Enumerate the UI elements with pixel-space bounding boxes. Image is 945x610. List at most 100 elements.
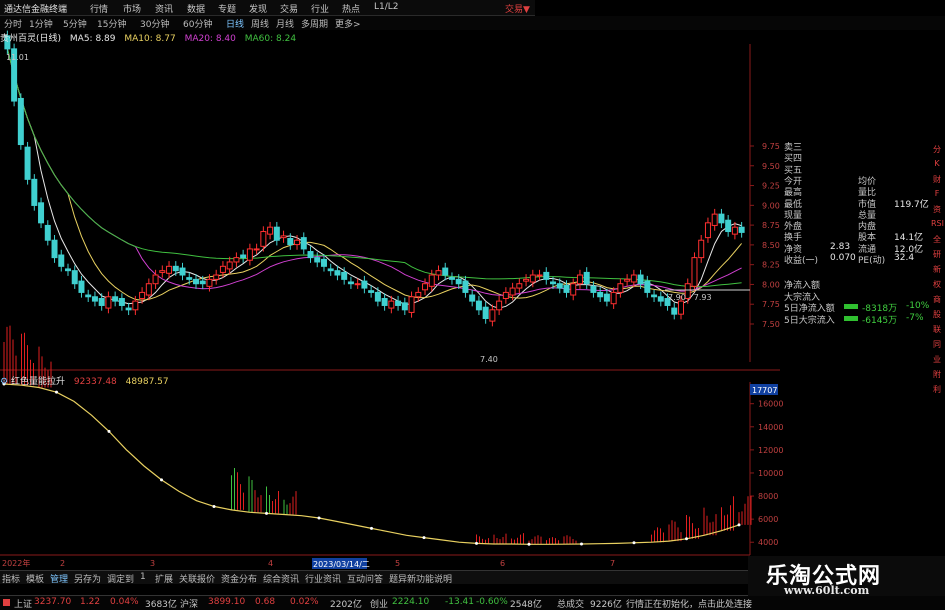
candle-body xyxy=(91,296,98,302)
period-10[interactable]: 更多> xyxy=(335,17,361,30)
candle-body xyxy=(590,285,597,293)
sidebar-btn-1[interactable]: K xyxy=(931,159,943,168)
candle-body xyxy=(347,281,354,285)
flow-bar xyxy=(844,315,858,321)
bottom-tab-1[interactable]: 模板 xyxy=(26,572,44,585)
menu-item-level[interactable]: L1/L2 xyxy=(374,2,399,12)
sidebar-btn-14[interactable]: 业 xyxy=(931,354,943,365)
candle-body xyxy=(711,213,718,226)
menu-item-quote[interactable]: 行情 xyxy=(90,2,108,15)
period-0[interactable]: 分时 xyxy=(4,17,22,30)
ma-line-10 xyxy=(6,48,742,301)
bottom-tab-12[interactable]: 题异新功能说明 xyxy=(389,572,452,585)
sidebar-btn-15[interactable]: 附 xyxy=(931,369,943,380)
menu-item-market[interactable]: 市场 xyxy=(123,2,141,15)
flow-value-3: -6145万 xyxy=(862,315,898,326)
period-5[interactable]: 60分钟 xyxy=(183,17,212,30)
indicator-dot xyxy=(317,516,321,520)
quote-value-10: 0.070 xyxy=(830,253,856,263)
sidebar-btn-11[interactable]: 股 xyxy=(931,309,943,320)
bottom-tab-3[interactable]: 另存为 xyxy=(74,572,101,585)
period-7[interactable]: 周线 xyxy=(251,17,269,30)
status-item-5: 沪深 xyxy=(180,600,199,610)
bottom-tab-11[interactable]: 互动问答 xyxy=(347,572,383,585)
sidebar-btn-4[interactable]: 资 xyxy=(931,204,943,215)
status-item-6: 3899.10 xyxy=(208,597,246,607)
indicator-tick-label: 12000 xyxy=(758,446,783,455)
indicator-settings-icon[interactable]: ⚙ xyxy=(0,377,8,387)
menu-item-data[interactable]: 数据 xyxy=(187,2,205,15)
candle-body xyxy=(550,281,557,285)
candle-body xyxy=(166,265,173,274)
bottom-tab-9[interactable]: 综合资讯 xyxy=(263,572,299,585)
candle-body xyxy=(583,271,590,285)
candle-body xyxy=(644,280,651,293)
status-item-12: -13.41 xyxy=(445,597,475,607)
sidebar-btn-3[interactable]: F xyxy=(931,189,943,198)
period-9[interactable]: 多周期 xyxy=(301,17,328,30)
indicator-title: 红色量能拉升 xyxy=(10,377,65,387)
sidebar-btn-16[interactable]: 利 xyxy=(931,384,943,395)
bottom-tab-0[interactable]: 指标 xyxy=(2,572,20,585)
sidebar-btn-6[interactable]: 全 xyxy=(931,234,943,245)
price-tick-label: 7.50 xyxy=(762,320,780,329)
period-8[interactable]: 月线 xyxy=(276,17,294,30)
sidebar-btn-7[interactable]: 研 xyxy=(931,249,943,260)
candle-body xyxy=(428,274,435,287)
status-item-14: 2548亿 xyxy=(510,600,542,610)
bottom-tab-4[interactable]: 调定到 xyxy=(107,572,134,585)
candle-body xyxy=(738,226,745,233)
candle-body xyxy=(253,248,260,251)
candle-body xyxy=(678,300,685,315)
candle-body xyxy=(71,270,78,285)
sidebar-btn-10[interactable]: 商 xyxy=(931,294,943,305)
candle-body xyxy=(240,254,247,259)
candle-body xyxy=(475,300,482,311)
sidebar-btn-5[interactable]: RSI xyxy=(931,219,944,228)
candle-body xyxy=(543,271,550,280)
menu-item-trade[interactable]: 交易 xyxy=(280,2,298,15)
candle-body xyxy=(192,278,199,285)
menu-item-topic[interactable]: 专题 xyxy=(218,2,236,15)
candle-body xyxy=(435,270,442,276)
candle-body xyxy=(731,226,738,235)
menu-item-industry[interactable]: 行业 xyxy=(311,2,329,15)
bottom-tab-5[interactable]: 1 xyxy=(140,572,146,582)
bottom-tab-10[interactable]: 行业资讯 xyxy=(305,572,341,585)
candle-body xyxy=(388,300,395,309)
price-tick-label: 8.75 xyxy=(762,221,780,230)
x-tick-label: 5 xyxy=(395,559,400,568)
bottom-tab-6[interactable]: 扩展 xyxy=(155,572,173,585)
menu-item-hotspot[interactable]: 热点 xyxy=(342,2,360,15)
sidebar-btn-9[interactable]: 权 xyxy=(931,279,943,290)
period-3[interactable]: 15分钟 xyxy=(97,17,126,30)
sidebar-btn-8[interactable]: 新 xyxy=(931,264,943,275)
sidebar-btn-13[interactable]: 同 xyxy=(931,339,943,350)
candle-body xyxy=(341,271,348,280)
candle-body xyxy=(172,265,179,272)
candle-body xyxy=(24,146,31,180)
sidebar-btn-0[interactable]: 分 xyxy=(931,144,943,155)
candle-body xyxy=(267,226,274,235)
period-2[interactable]: 5分钟 xyxy=(63,17,87,30)
sidebar-btn-12[interactable]: 联 xyxy=(931,324,943,335)
candle-body xyxy=(314,257,321,263)
period-4[interactable]: 30分钟 xyxy=(140,17,169,30)
bottom-tab-8[interactable]: 资金分布 xyxy=(221,572,257,585)
trade-dropdown[interactable]: 交易▼ xyxy=(505,2,530,15)
status-item-17[interactable]: 行情正在初始化，点击此处连接 xyxy=(626,597,752,610)
sidebar-btn-2[interactable]: 财 xyxy=(931,174,943,185)
candle-body xyxy=(280,235,287,239)
period-6[interactable]: 日线 xyxy=(226,17,244,30)
flow-bar xyxy=(844,304,858,309)
candle-body xyxy=(307,251,314,259)
candle-body xyxy=(496,300,503,311)
menu-item-news[interactable]: 资讯 xyxy=(155,2,173,15)
candle-body xyxy=(704,222,711,239)
menu-item-discover[interactable]: 发现 xyxy=(249,2,267,15)
quote-label2-10: PE(动) xyxy=(858,256,886,266)
candle-body xyxy=(186,277,193,280)
period-1[interactable]: 1分钟 xyxy=(29,17,53,30)
bottom-tab-7[interactable]: 关联报价 xyxy=(179,572,215,585)
bottom-tab-2[interactable]: 管理 xyxy=(50,572,68,585)
